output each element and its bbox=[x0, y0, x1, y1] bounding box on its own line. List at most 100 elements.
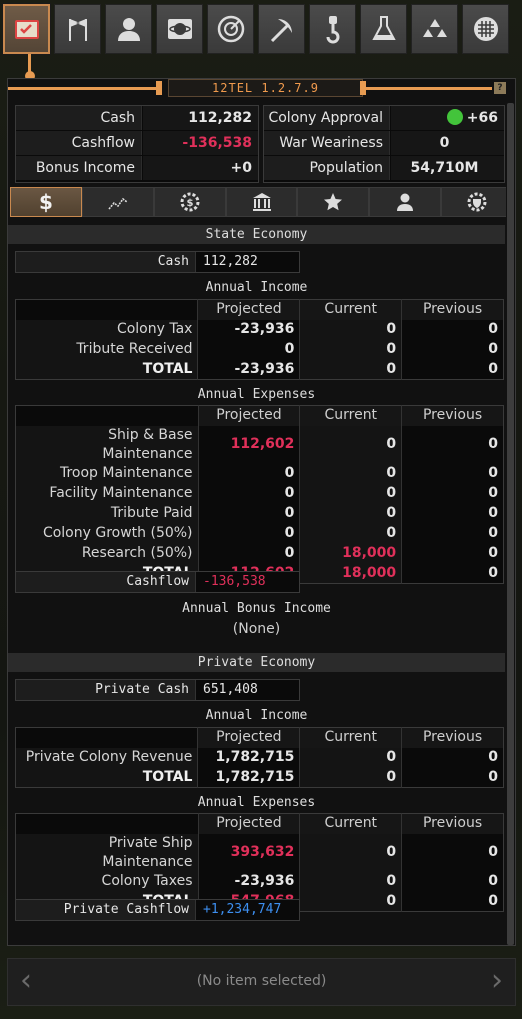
projected-value: 0 bbox=[197, 503, 300, 524]
tab-research[interactable] bbox=[360, 4, 407, 54]
panel-title-bar: 12TEL 1.2.7.9 ? bbox=[8, 79, 515, 97]
private-cash-value: 651,408 bbox=[203, 682, 258, 697]
tab-empire-summary[interactable] bbox=[3, 4, 50, 54]
title-rule-cap-left bbox=[156, 81, 162, 95]
private-expenses-title: Annual Expenses bbox=[197, 795, 316, 810]
top-tab-bar bbox=[3, 4, 520, 58]
table-row: Colony Growth (50%) 0 0 0 bbox=[15, 523, 504, 544]
previous-value: 0 bbox=[401, 339, 504, 360]
subtab-cost[interactable]: $ bbox=[153, 187, 226, 217]
state-income-table: Projected Current Previous Colony Tax -2… bbox=[15, 299, 504, 380]
tab-mining[interactable] bbox=[258, 4, 305, 54]
subtab-military[interactable] bbox=[441, 187, 514, 217]
row-label: Facility Maintenance bbox=[15, 483, 199, 504]
tab-leaders[interactable] bbox=[105, 4, 152, 54]
bases-icon bbox=[473, 17, 498, 41]
private-income-table: Projected Current Previous Private Colon… bbox=[15, 727, 504, 788]
row-label: Research (50%) bbox=[15, 543, 199, 564]
previous-value: 0 bbox=[401, 563, 504, 584]
table-row: Troop Maintenance 0 0 0 bbox=[15, 463, 504, 484]
cargo-hook-icon bbox=[326, 16, 339, 44]
subtab-people[interactable] bbox=[369, 187, 442, 217]
tab-diplomacy[interactable] bbox=[54, 4, 101, 54]
subtab-bank[interactable] bbox=[225, 187, 298, 217]
previous-value: 0 bbox=[401, 833, 504, 872]
tab-planets[interactable] bbox=[156, 4, 203, 54]
empire-summary-icon bbox=[14, 20, 39, 39]
projected-value: 0 bbox=[197, 339, 300, 360]
current-value: 0 bbox=[299, 339, 402, 360]
scrollbar-thumb[interactable] bbox=[507, 103, 514, 945]
row-label: Colony Taxes bbox=[15, 871, 199, 892]
current-value: 0 bbox=[299, 523, 402, 544]
summary-war-value: 0 bbox=[391, 131, 504, 155]
research-flask-icon bbox=[371, 16, 396, 40]
state-cash-label: Cash bbox=[16, 252, 196, 272]
diplomacy-icon bbox=[68, 19, 87, 41]
row-label: Colony Growth (50%) bbox=[15, 523, 199, 544]
tab-cargo[interactable] bbox=[309, 4, 356, 54]
next-item-button[interactable]: › bbox=[483, 966, 511, 997]
projected-value: 0 bbox=[197, 523, 300, 544]
tab-ships[interactable] bbox=[411, 4, 458, 54]
summary-bonus-value: +0 bbox=[143, 156, 258, 180]
bonus-income-title: Annual Bonus Income bbox=[182, 601, 331, 616]
state-expenses-table: Projected Current Previous Ship & Base M… bbox=[15, 405, 504, 584]
summary-approval-value: +66 bbox=[391, 106, 504, 130]
summary-cashflow-row: Cashflow -136,538 bbox=[16, 131, 258, 156]
col-previous: Previous bbox=[401, 813, 504, 834]
projected-value: 0 bbox=[197, 463, 300, 484]
economy-sub-tabs: $ $ bbox=[10, 187, 514, 219]
summary-approval-label: Colony Approval bbox=[264, 106, 390, 130]
summary-war-label: War Weariness bbox=[264, 131, 390, 155]
help-icon[interactable]: ? bbox=[494, 82, 506, 94]
projected-value: -23,936 bbox=[197, 359, 300, 380]
table-total-row: TOTAL -23,936 0 0 bbox=[15, 359, 504, 380]
row-label: Ship & Base Maintenance bbox=[15, 425, 199, 464]
previous-value: 0 bbox=[401, 463, 504, 484]
table-header-row: Projected Current Previous bbox=[15, 727, 504, 748]
subtab-finance[interactable]: $ bbox=[10, 187, 82, 217]
subtab-achievements[interactable] bbox=[297, 187, 370, 217]
tab-radar[interactable] bbox=[207, 4, 254, 54]
previous-value: 0 bbox=[401, 503, 504, 524]
private-cash-label: Private Cash bbox=[16, 680, 196, 700]
current-value: 0 bbox=[299, 891, 402, 912]
person-icon bbox=[397, 193, 414, 211]
subtab-trends[interactable] bbox=[81, 187, 154, 217]
previous-value: 0 bbox=[401, 359, 504, 380]
col-current: Current bbox=[299, 299, 402, 320]
state-income-title: Annual Income bbox=[205, 280, 308, 295]
summary-population-value: 54,710M bbox=[391, 156, 504, 180]
current-value: 0 bbox=[299, 871, 402, 892]
previous-value: 0 bbox=[401, 483, 504, 504]
col-current: Current bbox=[299, 405, 402, 426]
svg-text:$: $ bbox=[39, 191, 53, 213]
tab-bases[interactable] bbox=[462, 4, 509, 54]
current-value: 18,000 bbox=[299, 543, 402, 564]
previous-value: 0 bbox=[401, 891, 504, 912]
summary-right: Colony Approval +66 War Weariness 0 Popu… bbox=[263, 105, 505, 183]
private-economy-header: Private Economy bbox=[8, 653, 505, 672]
row-label: TOTAL bbox=[15, 359, 198, 380]
previous-item-button[interactable]: ‹ bbox=[12, 966, 40, 997]
shield-icon bbox=[467, 192, 487, 212]
col-previous: Previous bbox=[401, 727, 504, 748]
selection-bar: ‹ (No item selected) › bbox=[7, 958, 516, 1006]
svg-text:$: $ bbox=[186, 198, 193, 209]
dollar-icon: $ bbox=[39, 191, 53, 213]
table-header-blank bbox=[15, 727, 198, 748]
state-economy-header: State Economy bbox=[8, 225, 505, 244]
ships-icon bbox=[422, 19, 447, 37]
projected-value: 112,602 bbox=[197, 425, 300, 464]
col-projected: Projected bbox=[197, 727, 300, 748]
approval-value-text: +66 bbox=[466, 110, 498, 126]
summary-cashflow-label: Cashflow bbox=[16, 131, 142, 155]
col-current: Current bbox=[299, 727, 402, 748]
row-label: Troop Maintenance bbox=[15, 463, 199, 484]
vertical-scrollbar[interactable] bbox=[506, 103, 515, 945]
summary-population-label: Population bbox=[264, 156, 390, 180]
gear-dollar-icon: $ bbox=[180, 192, 200, 212]
summary-bonus-row: Bonus Income +0 bbox=[16, 156, 258, 181]
current-value: 0 bbox=[299, 747, 402, 768]
